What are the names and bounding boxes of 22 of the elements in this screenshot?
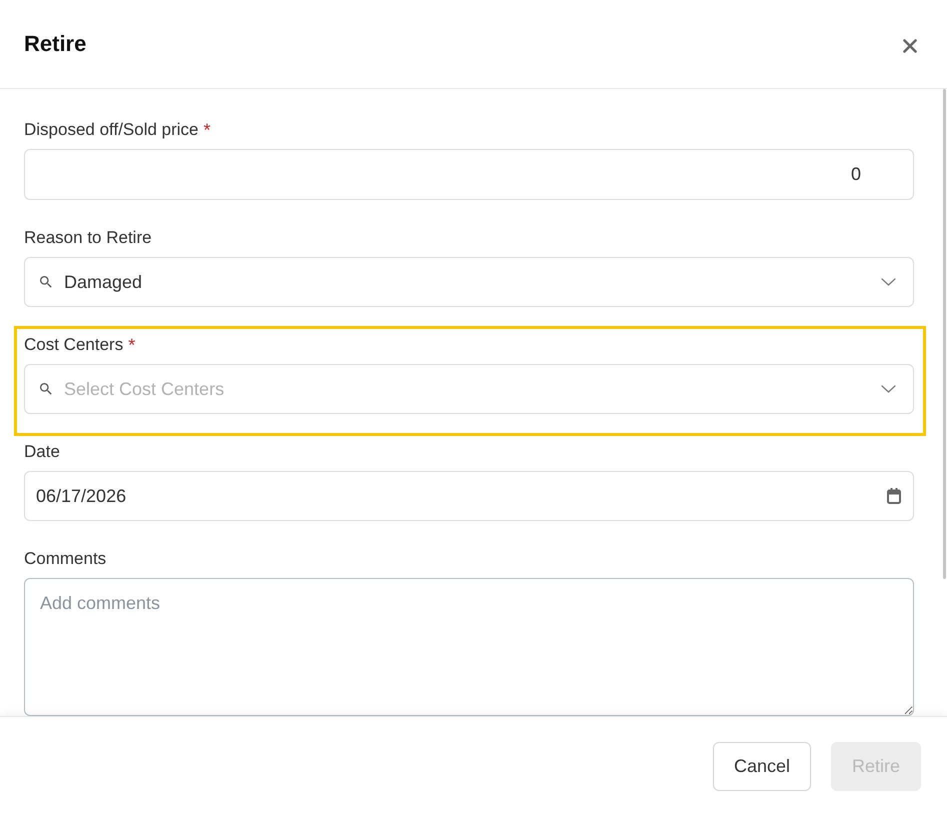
- required-asterisk: *: [204, 120, 211, 140]
- field-label: Reason to Retire: [24, 228, 152, 248]
- required-asterisk: *: [128, 335, 136, 355]
- search-icon: [40, 383, 52, 395]
- chevron-down-icon[interactable]: [881, 385, 896, 393]
- field-label: Cost Centers: [24, 335, 124, 355]
- field-label: Date: [24, 442, 60, 462]
- chevron-down-icon[interactable]: [881, 278, 896, 286]
- search-icon: [40, 276, 52, 288]
- cancel-button[interactable]: Cancel: [712, 742, 811, 791]
- scrollbar-thumb[interactable]: [943, 89, 946, 579]
- dropdown-field[interactable]: Damaged: [24, 257, 914, 307]
- number-field[interactable]: 0: [24, 149, 914, 200]
- field-label: Comments: [24, 549, 106, 569]
- calendar-icon[interactable]: [887, 488, 901, 504]
- close-button[interactable]: [903, 39, 917, 53]
- comments-field[interactable]: Add comments: [24, 578, 914, 716]
- date-field[interactable]: 06/17/2026: [24, 471, 914, 521]
- dropdown-field[interactable]: Select Cost Centers: [24, 364, 914, 414]
- dialog-title: Retire: [24, 30, 86, 58]
- close-icon: [903, 39, 917, 53]
- field-label: Disposed off/Sold price: [24, 120, 199, 140]
